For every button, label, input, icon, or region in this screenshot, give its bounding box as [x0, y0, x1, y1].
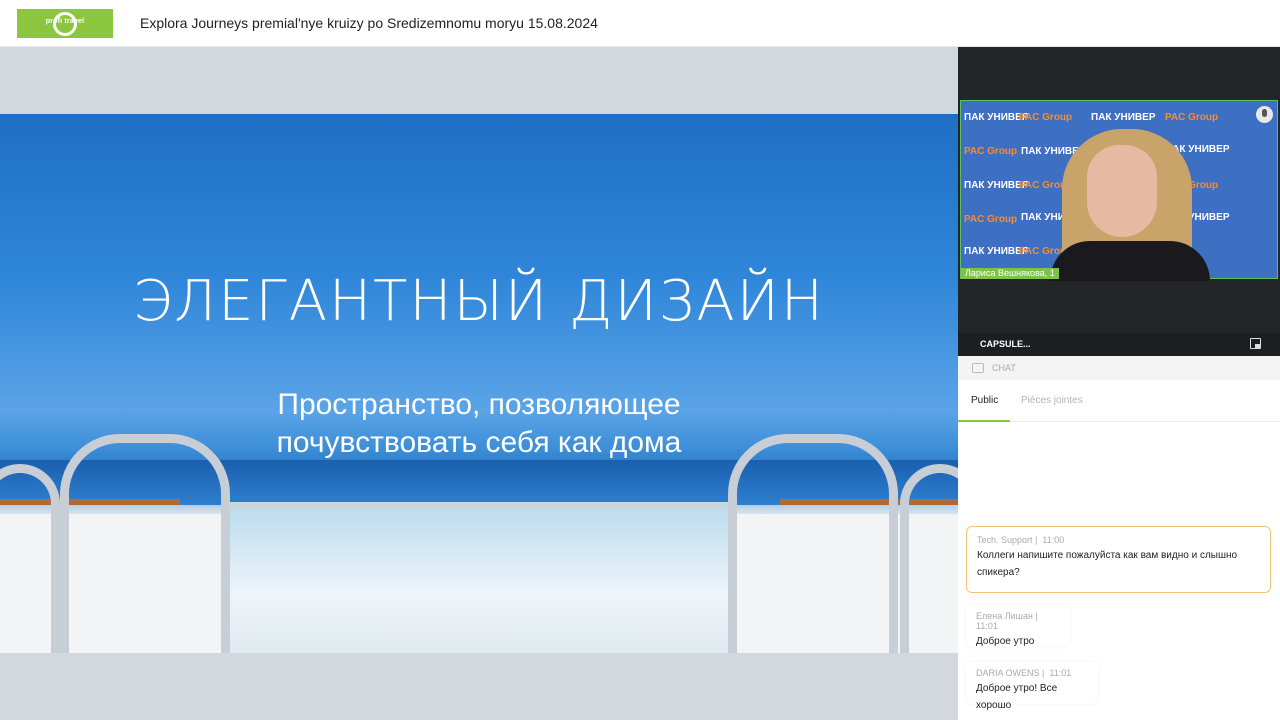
tab-attachments[interactable]: Pièces jointes [1021, 395, 1083, 406]
chat-message-time: 11:01 [1049, 668, 1072, 678]
slide-subtitle-line-2: почувствовать себя как дома [276, 426, 682, 459]
chat-message: Tech. Support | 11:00 Коллеги напишите п… [966, 526, 1271, 593]
slide-pool-rail-right [728, 434, 898, 653]
slide-pool-rail-right-2 [900, 464, 958, 653]
chat-icon [972, 363, 984, 373]
speaker-figure [1040, 123, 1220, 281]
chat-message-author: DARIA OWENS [976, 668, 1040, 678]
profi-travel-logo[interactable]: profi travel [17, 9, 113, 38]
page-title: Explora Journeys premial'nye kruizy po S… [140, 15, 598, 31]
top-bar: profi travel Explora Journeys premial'ny… [0, 0, 1280, 47]
mic-icon[interactable] [1256, 106, 1273, 123]
active-tab-indicator [958, 420, 1010, 422]
chat-panel: CHAT Public Pièces jointes Tech. Support… [958, 356, 1280, 720]
chat-message-author: Елена Лишан [976, 611, 1033, 621]
chat-message-meta: Tech. Support | 11:00 [977, 535, 1065, 545]
logo-text: profi travel [45, 18, 85, 25]
chat-message-text: Доброе утро [976, 636, 1035, 647]
chat-title: CHAT [992, 363, 1016, 373]
chat-message: Елена Лишан | 11:01 Доброе утро [966, 605, 1070, 647]
slide-subtitle: Пространство, позволяющее почувствовать … [0, 386, 958, 462]
backdrop-brand: PAC Group [964, 146, 1018, 157]
backdrop-brand: PAC Group [964, 214, 1018, 225]
chat-message-meta: DARIA OWENS | 11:01 [976, 668, 1072, 678]
tab-public[interactable]: Public [971, 395, 998, 406]
chat-tabs: Public Pièces jointes [958, 380, 1280, 422]
backdrop-brand: PAC Group [1165, 112, 1219, 123]
chat-message: DARIA OWENS | 11:01 Доброе утро! Все хор… [966, 662, 1098, 711]
chat-message-meta: Елена Лишан | 11:01 [976, 611, 1041, 631]
speaker-shirt [1050, 241, 1210, 281]
capsule-bar: CAPSULE... [958, 333, 1280, 356]
picture-in-picture-icon[interactable] [1250, 338, 1261, 349]
speaker-name-label: Лариса Вешнякова, 1 [961, 268, 1059, 279]
backdrop-brand: PAC Group [1019, 112, 1073, 123]
slide-subtitle-line-1: Пространство, позволяющее [277, 388, 681, 421]
slide-pool-rail-left-2 [0, 464, 60, 653]
chat-message-text: Коллеги напишите пожалуйста как вам видн… [977, 550, 1238, 578]
chat-message-time: 11:01 [976, 621, 998, 631]
slide-heading: ЭЛЕГАНТНЫЙ ДИЗАЙН [132, 269, 826, 334]
speaker-face [1087, 145, 1157, 237]
backdrop-brand: ПАК УНИВЕР [1091, 112, 1156, 123]
chat-message-time: 11:00 [1042, 535, 1065, 545]
presentation-stage: ЭЛЕГАНТНЫЙ ДИЗАЙН Пространство, позволяю… [0, 47, 958, 720]
slide: ЭЛЕГАНТНЫЙ ДИЗАЙН Пространство, позволяю… [0, 114, 958, 653]
capsule-label[interactable]: CAPSULE... [980, 339, 1031, 349]
slide-pool [230, 509, 730, 653]
chat-header: CHAT [958, 356, 1280, 380]
chat-message-text: Доброе утро! Все хорошо [976, 683, 1058, 711]
chat-message-author: Tech. Support [977, 535, 1033, 545]
slide-pool-rail-left [60, 434, 230, 653]
